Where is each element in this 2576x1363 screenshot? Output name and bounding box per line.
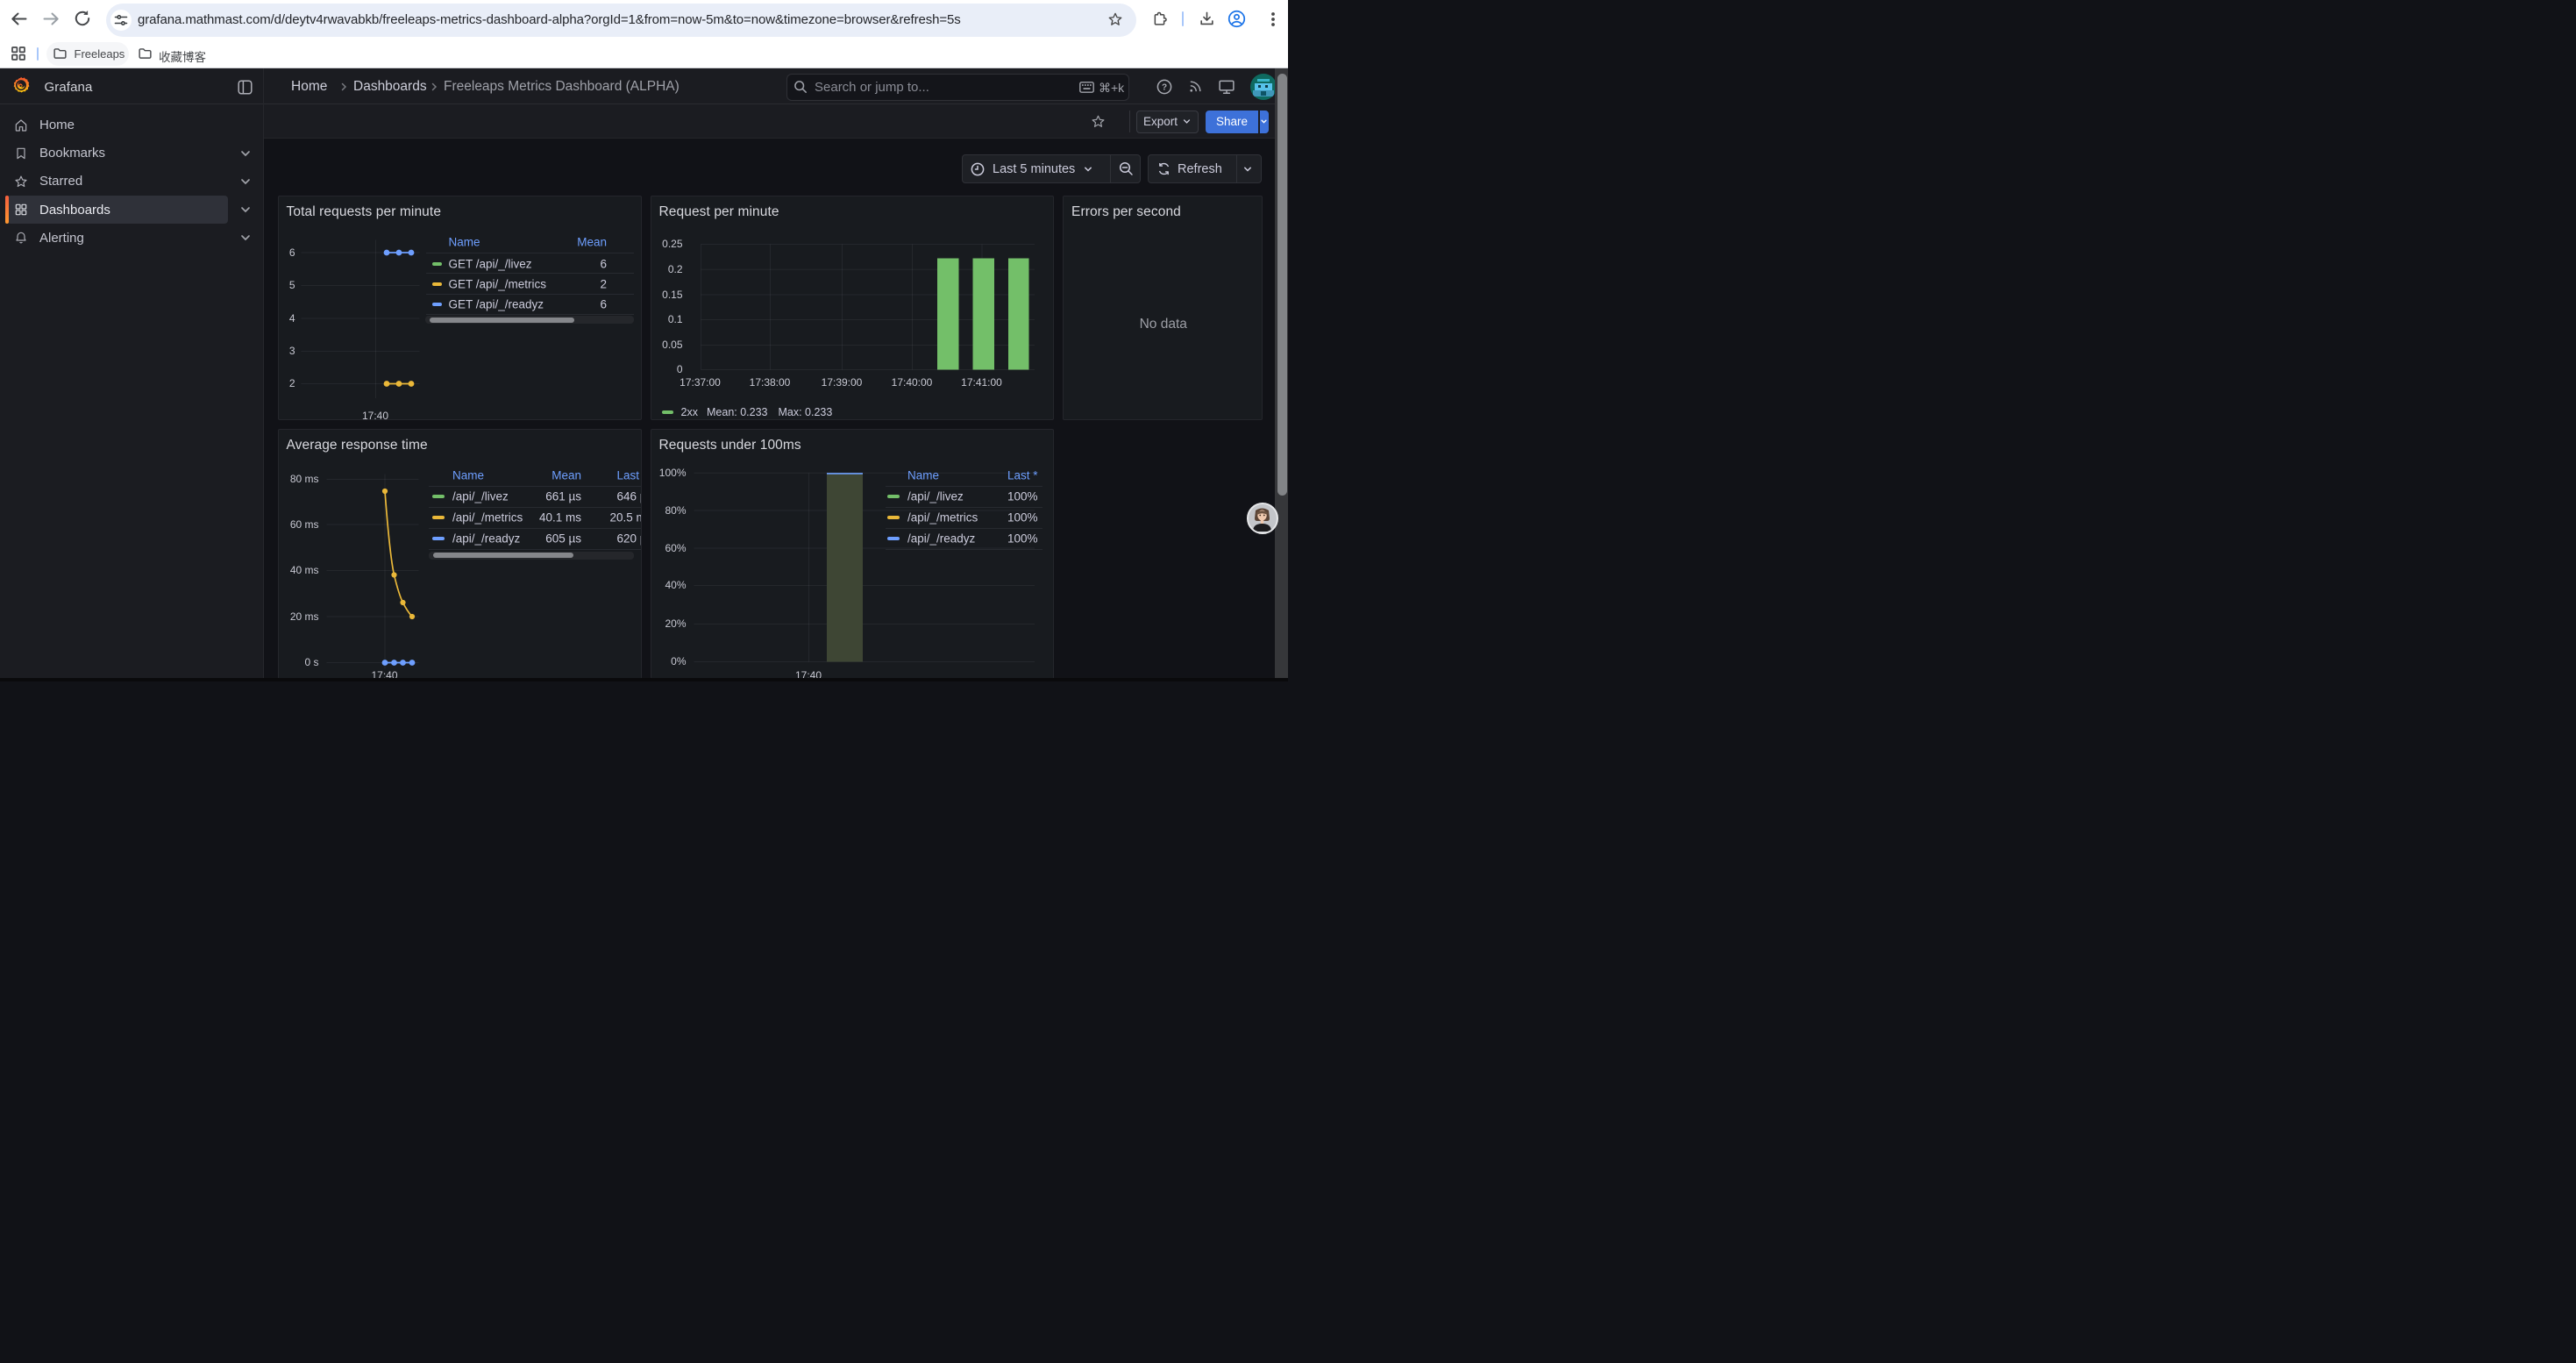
svg-text:?: ? — [1162, 83, 1167, 93]
